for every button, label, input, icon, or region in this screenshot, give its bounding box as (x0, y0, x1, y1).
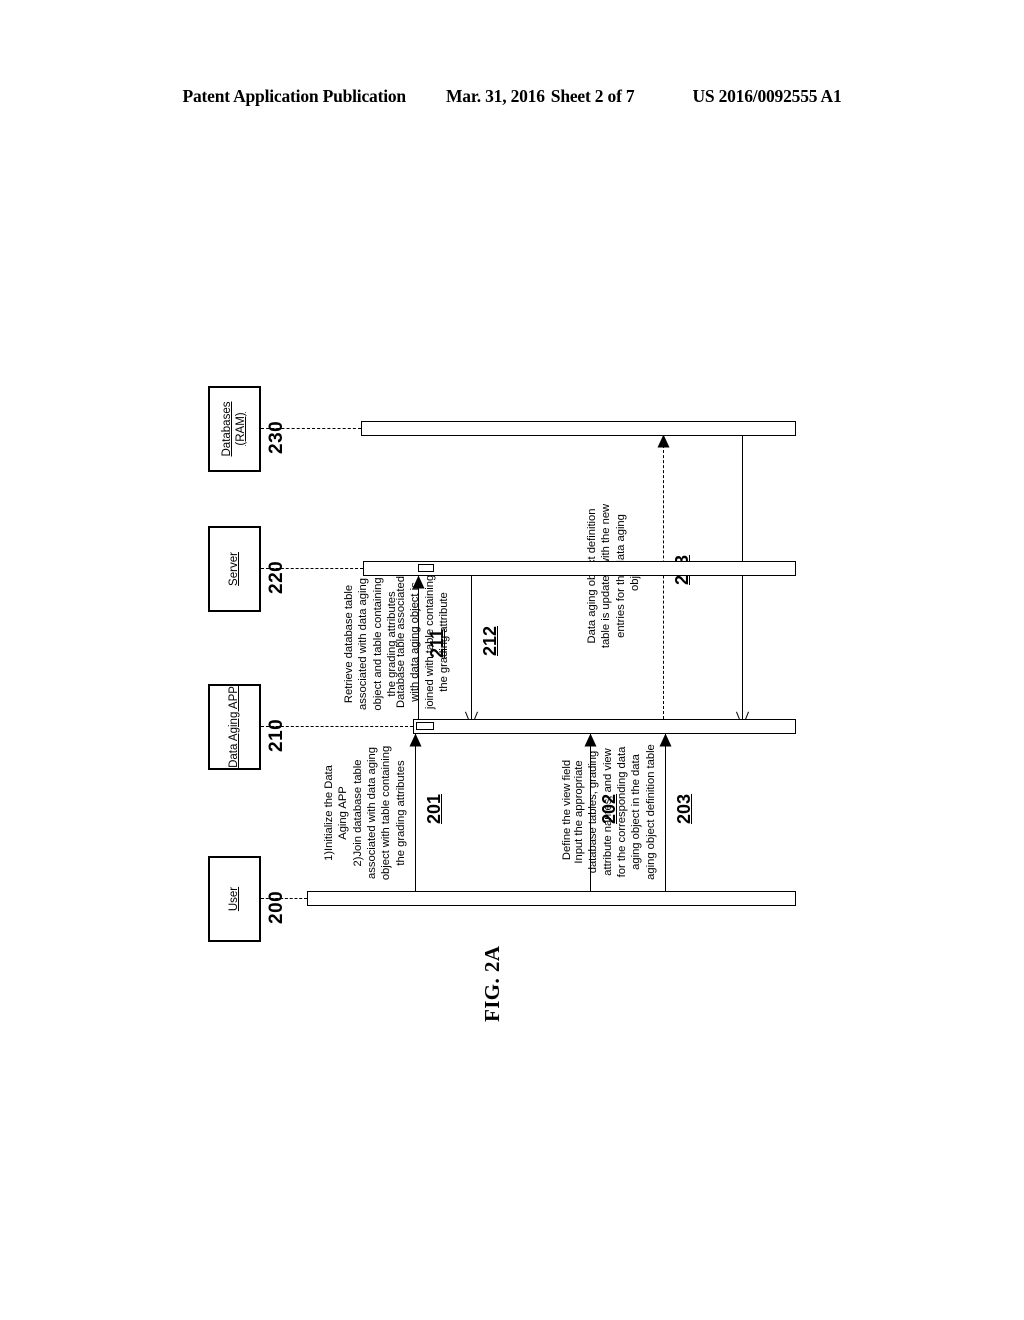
lifeline-server: Server (208, 526, 261, 612)
figure-2a: FIG. 2A User 200 Data Aging APP 210 Serv… (202, 360, 842, 1022)
message-203-text: Input the appropriate database tables, g… (573, 744, 657, 880)
message-212-text: Database table associated with data agin… (395, 574, 450, 710)
message-213-arrowhead (657, 434, 670, 448)
lifeline-label-user: User (227, 886, 240, 912)
lifeline-databases: Databases (RAM) (208, 386, 261, 472)
message-213-return-line (742, 435, 743, 719)
message-203-ref: 203 (674, 793, 694, 824)
activation-app-nested (416, 722, 434, 730)
message-213-text: Data aging object definition table is up… (586, 503, 641, 649)
message-213-line (663, 435, 664, 719)
message-203-line (665, 734, 666, 891)
activation-databases (361, 421, 796, 436)
lifeline-label-server: Server (227, 552, 240, 586)
activation-app (413, 719, 796, 734)
lifeline-ref-200: 200 (266, 890, 287, 924)
message-201-text: 1)Initialize the Data Aging APP 2)Join d… (323, 745, 407, 881)
lifeline-ref-220: 220 (266, 560, 287, 594)
message-212-ref: 212 (480, 625, 500, 656)
lifeline-label-app: Data Aging APP (227, 686, 240, 768)
message-203-arrowhead (659, 733, 672, 747)
lifeline-data-aging-app: Data Aging APP (208, 684, 261, 770)
publication-header: Patent Application Publication Mar. 31, … (0, 86, 1024, 107)
lifeline-user: User (208, 856, 261, 942)
sheet-number: Sheet 2 of 7 (550, 86, 635, 106)
publication-date: Mar. 31, 2016 (445, 86, 545, 106)
message-201-ref: 201 (424, 793, 444, 824)
figure-caption: FIG. 2A (480, 945, 504, 1022)
message-201-arrowhead (409, 733, 422, 747)
lifeline-ref-210: 210 (266, 718, 287, 752)
patent-number: US 2016/0092555 A1 (692, 86, 842, 106)
publication-title: Patent Application Publication (182, 86, 406, 106)
activation-server-nested (418, 564, 434, 572)
lifeline-label-databases: Databases (RAM) (221, 401, 247, 457)
lifeline-ref-230: 230 (266, 420, 287, 454)
activation-user (307, 891, 796, 906)
message-201-line (415, 734, 416, 891)
message-212-line (471, 572, 472, 719)
message-211-text: Retrieve database table associated with … (343, 577, 398, 711)
